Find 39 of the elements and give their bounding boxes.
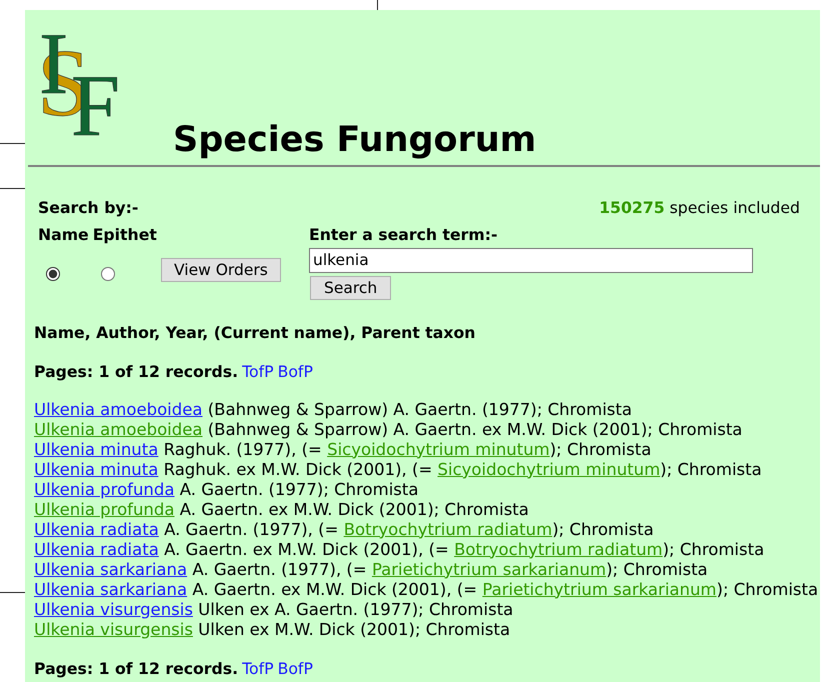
search-field[interactable]: ulkenia <box>309 248 753 273</box>
record-line: Ulkenia amoeboidea (Bahnweg & Sparrow) A. Gaertn. (1977); Chromista <box>34 400 633 420</box>
record-line: Ulkenia sarkariana A. Gaertn. (1977), (= Parietichytrium sarkarianum); Chromista <box>34 560 709 580</box>
record-line: Ulkenia sarkariana A. Gaertn. ex M.W. Dick (2001), (= Parietichytrium sarkarianum); Chromista <box>34 580 820 600</box>
species-count: 150275 species included <box>599 199 800 217</box>
record-line: Ulkenia profunda A. Gaertn. ex M.W. Dick (2001); Chromista <box>34 500 530 520</box>
record-line: Ulkenia visurgensis Ulken ex M.W. Dick (2001); Chromista <box>34 620 512 640</box>
page-link[interactable]: BofP <box>278 360 313 384</box>
record-line: Ulkenia radiata A. Gaertn. ex M.W. Dick (2001), (= Botryochytrium radiatum); Chromista <box>34 540 766 560</box>
search-option-label: Name <box>38 224 89 246</box>
record-line: Ulkenia minuta Raghuk. (1977), (= Sicyoidochytrium minutum); Chromista <box>34 440 652 460</box>
species-link[interactable]: Ulkenia radiata <box>34 520 159 539</box>
species-link[interactable]: Ulkenia sarkariana <box>34 560 188 579</box>
view-orders-button[interactable]: View Orders <box>161 258 281 282</box>
species-link[interactable]: Ulkenia amoeboidea <box>34 400 202 419</box>
record-line: Ulkenia profunda A. Gaertn. (1977); Chromista <box>34 480 420 500</box>
species-link[interactable]: Ulkenia profunda <box>34 480 174 499</box>
radio-button[interactable] <box>46 266 60 281</box>
page-link[interactable]: BofP <box>278 656 313 680</box>
species-link[interactable]: Ulkenia sarkariana <box>34 580 188 599</box>
radio-button[interactable] <box>101 266 115 281</box>
pages-text: Pages: 1 of 12 records. <box>34 658 238 680</box>
site-title: Species Fungorum <box>173 123 536 158</box>
record-line: Ulkenia minuta Raghuk. ex M.W. Dick (2001), (= Sicyoidochytrium minutum); Chromista <box>34 460 763 480</box>
record-line: Ulkenia amoeboidea (Bahnweg & Sparrow) A. Gaertn. ex M.W. Dick (2001); Chromista <box>34 420 744 440</box>
results-header: Name, Author, Year, (Current name), Parent taxon <box>34 322 476 344</box>
species-link[interactable]: Ulkenia minuta <box>34 460 158 479</box>
record-line: Ulkenia visurgensis Ulken ex A. Gaertn. (1977); Chromista <box>34 600 514 620</box>
page-link[interactable]: TofP <box>242 656 274 680</box>
page-link[interactable]: TofP <box>242 360 274 384</box>
species-link[interactable]: Ulkenia visurgensis <box>34 600 193 619</box>
pages-text: Pages: 1 of 12 records. <box>34 361 238 384</box>
search-term-label: Enter a search term:- <box>309 224 498 246</box>
search-option-label: Epithet <box>92 224 157 246</box>
search-by-label: Search by:- <box>38 199 138 217</box>
species-link[interactable]: Ulkenia radiata <box>34 540 159 559</box>
search-button[interactable]: Search <box>310 276 392 300</box>
species-link[interactable]: Ulkenia minuta <box>34 440 158 459</box>
record-line: Ulkenia radiata A. Gaertn. (1977), (= Botryochytrium radiatum); Chromista <box>34 520 655 540</box>
